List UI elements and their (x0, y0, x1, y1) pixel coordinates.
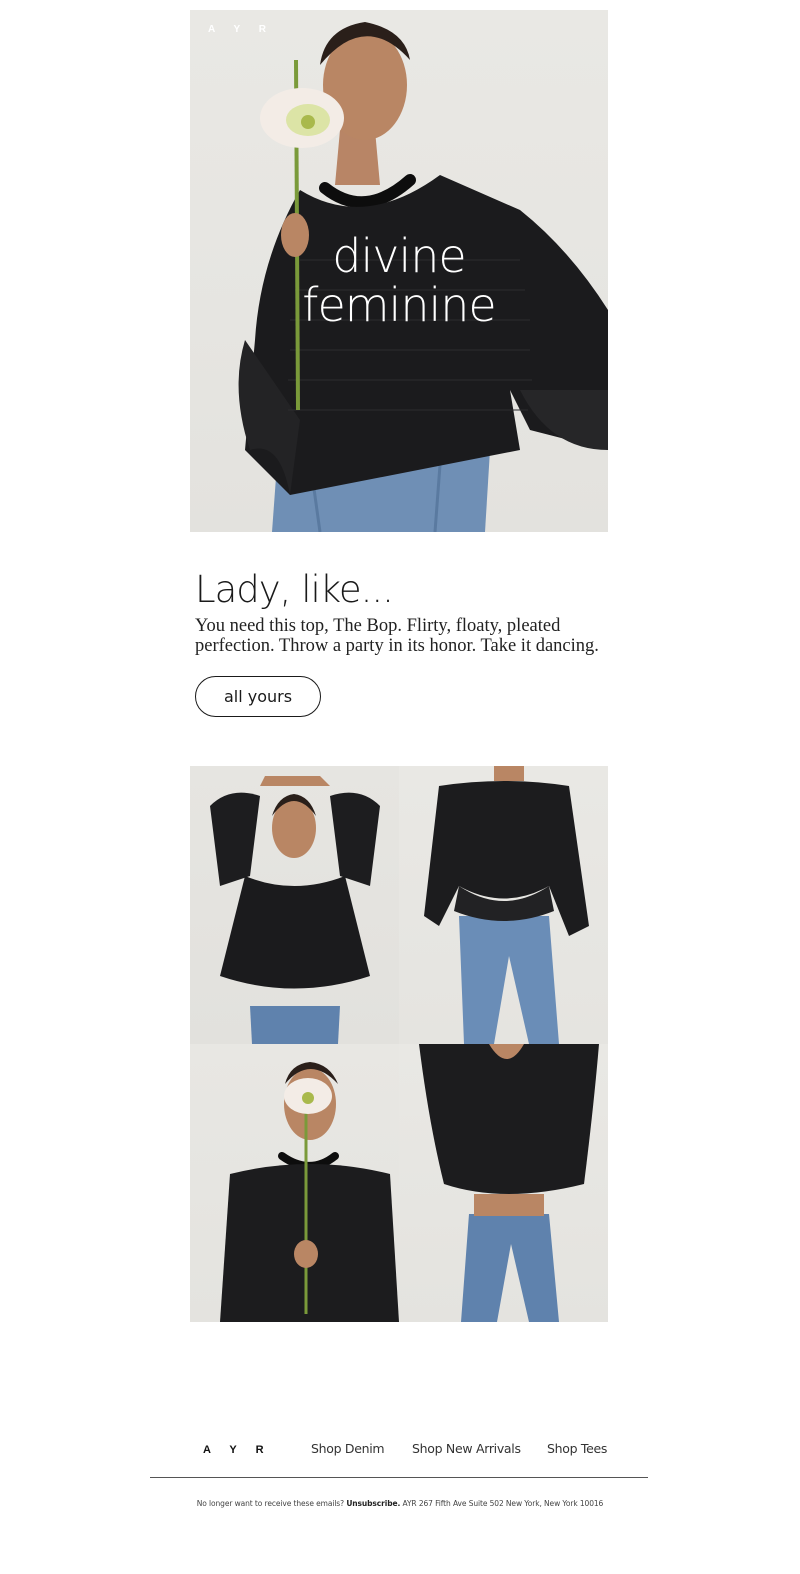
body-text: You need this top, The Bop. Flirty, floa… (195, 616, 599, 656)
grid-model-illustration-3 (220, 1062, 399, 1322)
grid-model-illustration-2 (424, 766, 589, 1044)
hero-title-line2: feminine (302, 278, 496, 332)
grid-image-back-view[interactable] (399, 1044, 608, 1322)
grid-image-flower-portrait[interactable] (190, 1044, 399, 1322)
copy-block: Lady, like... You need this top, The Bop… (195, 568, 605, 656)
legal-prefix: No longer want to receive these emails? (196, 1499, 345, 1508)
grid-image-arms-raised[interactable] (190, 766, 399, 1044)
hero-title-line1: divine (332, 229, 466, 283)
grid-image-front-hands-pockets[interactable] (399, 766, 608, 1044)
grid-model-illustration-4 (419, 1044, 599, 1322)
unsubscribe-link[interactable]: Unsubscribe. (346, 1499, 400, 1508)
all-yours-button[interactable]: all yours (195, 676, 321, 717)
grid-model-illustration-1 (210, 776, 380, 1044)
hero-title: divine feminine (190, 232, 608, 330)
product-image-grid (190, 766, 608, 1322)
footer-divider (150, 1477, 648, 1478)
shop-denim-link[interactable]: Shop Denim (311, 1441, 385, 1456)
headline: Lady, like... (195, 568, 394, 611)
hero-image[interactable]: A Y R divine feminine (190, 10, 608, 532)
company-address: AYR 267 Fifth Ave Suite 502 New York, Ne… (402, 1499, 604, 1508)
legal-text: No longer want to receive these emails? … (0, 1499, 800, 1508)
shop-tees-link[interactable]: Shop Tees (547, 1441, 607, 1456)
footer-logo[interactable]: A Y R (203, 1444, 272, 1456)
shop-new-arrivals-link[interactable]: Shop New Arrivals (412, 1441, 521, 1456)
